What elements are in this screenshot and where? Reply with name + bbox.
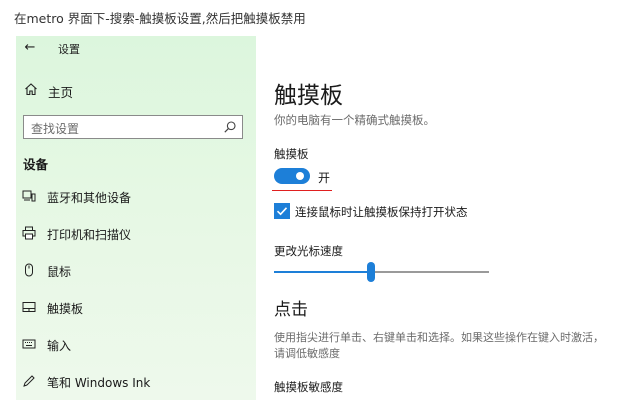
search-icon[interactable] [223,120,237,134]
tap-section-description: 使用指尖进行单击、右键单击和选择。如果这些操作在键入时激活，请调低敏感度 [274,331,604,360]
toggle-state-text: 开 [318,171,331,185]
touchpad-toggle-label: 触摸板 [274,147,309,161]
sidebar-item-bluetooth[interactable]: 蓝牙和其他设备 [16,184,256,210]
printer-icon [22,226,36,240]
cursor-speed-label: 更改光标速度 [274,244,343,258]
sidebar-item-label: 鼠标 [47,265,72,279]
toggle-knob [296,172,304,180]
sidebar-item-label: 笔和 Windows Ink [47,376,151,390]
sidebar-item-printers[interactable]: 打印机和扫描仪 [16,221,256,247]
sidebar-item-label: 输入 [47,339,72,353]
checkmark-icon [276,207,288,216]
sidebar-item-label: 打印机和扫描仪 [47,228,132,242]
bluetooth-devices-icon [22,190,36,202]
sidebar-item-label: 蓝牙和其他设备 [47,191,132,205]
back-arrow-icon[interactable]: ← [22,40,38,56]
pen-icon [23,375,35,387]
section-title: 设备 [23,157,49,172]
keyboard-icon [22,339,36,349]
slider-thumb[interactable] [367,262,375,282]
search-input[interactable]: 查找设置 [31,120,79,137]
touchpad-sensitivity-label: 触摸板敏感度 [274,380,343,394]
page-subtitle: 你的电脑有一个精确式触摸板。 [274,113,435,127]
checkbox-label: 连接鼠标时让触摸板保持打开状态 [295,205,468,219]
window-title: 设置 [58,43,80,56]
touchpad-toggle[interactable] [274,168,310,184]
sidebar-item-typing[interactable]: 输入 [16,332,256,358]
touchpad-icon [22,302,36,312]
title-bar: ← 设置 [16,36,256,60]
sidebar: ← 设置 主页 查找设置 设备 蓝牙和其他设备 打印机和扫描仪 鼠标 触摸板 输… [16,36,256,400]
sidebar-item-label: 触摸板 [47,302,84,316]
instruction-caption: 在metro 界面下-搜索-触摸板设置,然后把触摸板禁用 [14,11,306,26]
slider-track [371,271,489,273]
slider-fill [274,271,371,273]
sidebar-item-pen[interactable]: 笔和 Windows Ink [16,369,256,395]
keep-touchpad-on-checkbox[interactable] [274,203,290,219]
page-title: 触摸板 [274,83,343,109]
mouse-icon [25,263,33,277]
sidebar-item-label: 主页 [48,85,74,100]
sidebar-item-mouse[interactable]: 鼠标 [16,258,256,284]
highlight-underline [272,190,332,191]
sidebar-item-home[interactable]: 主页 [16,76,256,104]
search-field[interactable]: 查找设置 [23,115,243,139]
tap-section-title: 点击 [274,300,308,320]
sidebar-item-touchpad[interactable]: 触摸板 [16,295,256,321]
cursor-speed-slider[interactable] [274,262,489,282]
main-content: 触摸板 你的电脑有一个精确式触摸板。 触摸板 开 连接鼠标时让触摸板保持打开状态… [256,36,631,400]
settings-window: ← 设置 主页 查找设置 设备 蓝牙和其他设备 打印机和扫描仪 鼠标 触摸板 输… [16,36,631,400]
home-icon [25,83,37,96]
